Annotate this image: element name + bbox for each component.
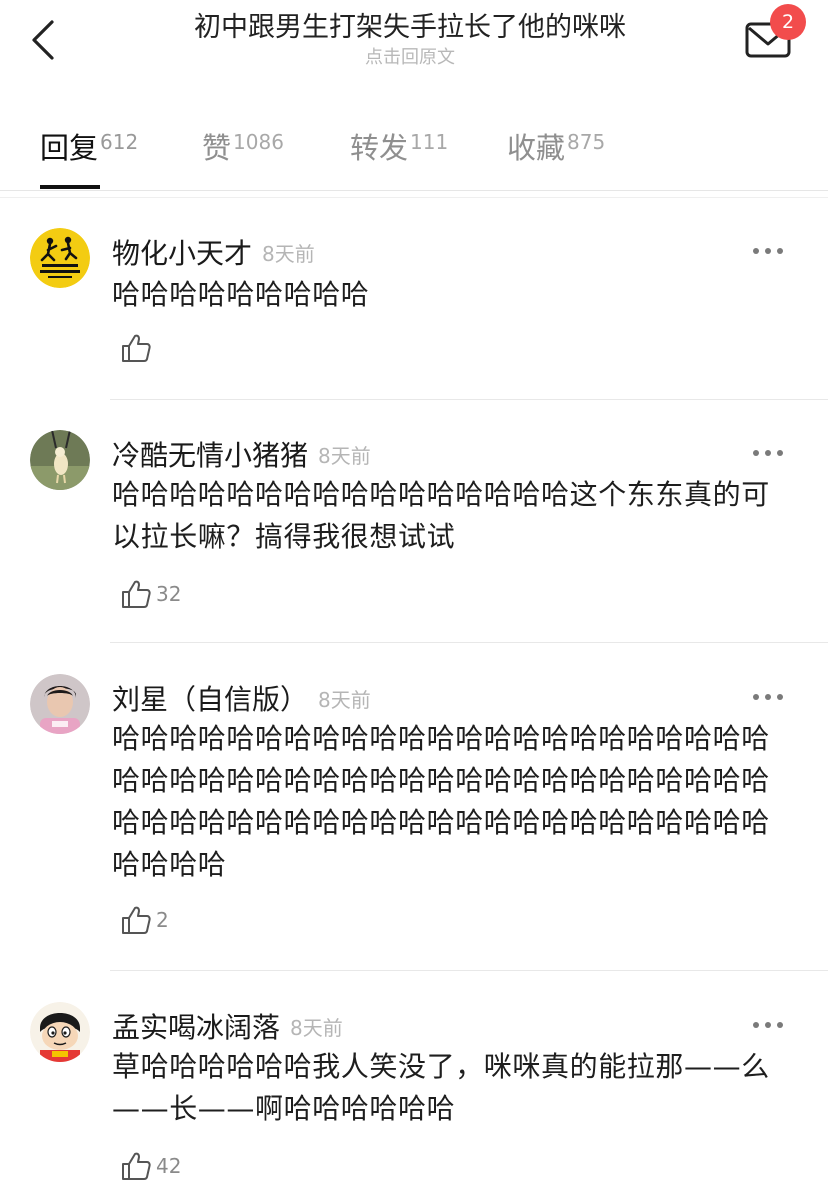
avatar[interactable]: [30, 228, 90, 288]
timestamp: 8天前: [318, 688, 371, 712]
notification-badge: 2: [770, 4, 806, 40]
like-button[interactable]: 32: [120, 578, 181, 612]
tab-label: 回复: [40, 131, 99, 165]
comment-text: 哈哈哈哈哈哈哈哈哈哈哈哈哈哈哈哈哈哈哈哈哈哈哈哈哈哈哈哈哈哈哈哈哈哈哈哈哈哈哈哈…: [112, 722, 770, 881]
active-tab-indicator: [40, 185, 100, 189]
page-title: 初中跟男生打架失手拉长了他的咪咪: [194, 12, 626, 43]
header: 初中跟男生打架失手拉长了他的咪咪 点击回原文 2: [0, 0, 828, 100]
thumbs-up-icon: [122, 1152, 151, 1180]
more-options-button[interactable]: [750, 684, 786, 708]
username[interactable]: 物化小天才: [112, 237, 252, 270]
comment-header: 冷酷无情小猪猪 8天前: [112, 436, 371, 476]
tab-count: 612: [100, 130, 139, 154]
thumbs-up-icon: [122, 906, 151, 934]
tab-favorites[interactable]: 收藏 875: [507, 128, 605, 190]
timestamp: 8天前: [318, 444, 371, 468]
more-options-button[interactable]: [750, 1012, 786, 1036]
back-button[interactable]: [22, 14, 70, 66]
back-arrow-icon: [32, 20, 54, 60]
username[interactable]: 冷酷无情小猪猪: [112, 439, 308, 472]
tab-count: 1086: [233, 130, 284, 154]
thumbs-up-icon: [122, 334, 151, 362]
comment-header: 刘星（自信版） 8天前: [112, 680, 371, 720]
divider: [110, 970, 828, 971]
avatar[interactable]: [30, 430, 90, 490]
more-options-button[interactable]: [750, 440, 786, 464]
comment-item: 孟实喝冰阔落 8天前 草哈哈哈哈哈哈我人笑没了，咪咪真的能拉那——么——长——啊哈…: [0, 1002, 828, 1193]
tab-replies[interactable]: 回复 612: [40, 128, 138, 190]
more-options-button[interactable]: [750, 238, 786, 262]
timestamp: 8天前: [262, 242, 315, 266]
comment-text: 草哈哈哈哈哈哈我人笑没了，咪咪真的能拉那——么——长——啊哈哈哈哈哈哈: [112, 1050, 770, 1125]
tab-label: 赞: [202, 131, 232, 165]
comment-item: 冷酷无情小猪猪 8天前 哈哈哈哈哈哈哈哈哈哈哈哈哈哈哈哈这个东东真的可以拉长嘛？搞…: [0, 430, 828, 642]
tab-bar: 回复 612 赞 1086 转发 111 收藏 875: [0, 100, 828, 192]
like-count: 42: [156, 1154, 182, 1178]
avatar[interactable]: [30, 1002, 90, 1062]
like-count: 2: [156, 908, 169, 932]
comment-item: 刘星（自信版） 8天前 哈哈哈哈哈哈哈哈哈哈哈哈哈哈哈哈哈哈哈哈哈哈哈哈哈哈哈哈哈…: [0, 674, 828, 970]
comment-header: 物化小天才 8天前: [112, 234, 315, 274]
comment-text: 哈哈哈哈哈哈哈哈哈: [112, 278, 370, 311]
username[interactable]: 孟实喝冰阔落: [112, 1011, 280, 1044]
tab-label: 收藏: [507, 131, 566, 165]
tab-likes[interactable]: 赞 1086: [202, 128, 284, 190]
like-button[interactable]: [120, 332, 152, 366]
comments-page: 初中跟男生打架失手拉长了他的咪咪 点击回原文 2 回复 612 赞 1086 转发 1…: [0, 0, 828, 1193]
divider: [0, 190, 828, 191]
comment-item: 物化小天才 8天前 哈哈哈哈哈哈哈哈哈: [0, 228, 828, 400]
divider: [110, 399, 828, 400]
timestamp: 8天前: [290, 1016, 343, 1040]
username[interactable]: 刘星（自信版）: [112, 683, 308, 716]
divider: [0, 197, 828, 198]
tab-count: 875: [567, 130, 606, 154]
tab-label: 转发: [350, 131, 409, 165]
comment-header: 孟实喝冰阔落 8天前: [112, 1008, 343, 1048]
comment-text: 哈哈哈哈哈哈哈哈哈哈哈哈哈哈哈哈这个东东真的可以拉长嘛？搞得我很想试试: [112, 478, 770, 553]
back-to-original-link[interactable]: 点击回原文: [110, 46, 710, 70]
like-button[interactable]: 2: [120, 904, 169, 938]
avatar[interactable]: [30, 674, 90, 734]
thumbs-up-icon: [122, 580, 151, 608]
like-button[interactable]: 42: [120, 1150, 181, 1184]
like-count: 32: [156, 582, 182, 606]
tab-count: 111: [410, 130, 449, 154]
tab-reposts[interactable]: 转发 111: [350, 128, 448, 190]
divider: [110, 642, 828, 643]
